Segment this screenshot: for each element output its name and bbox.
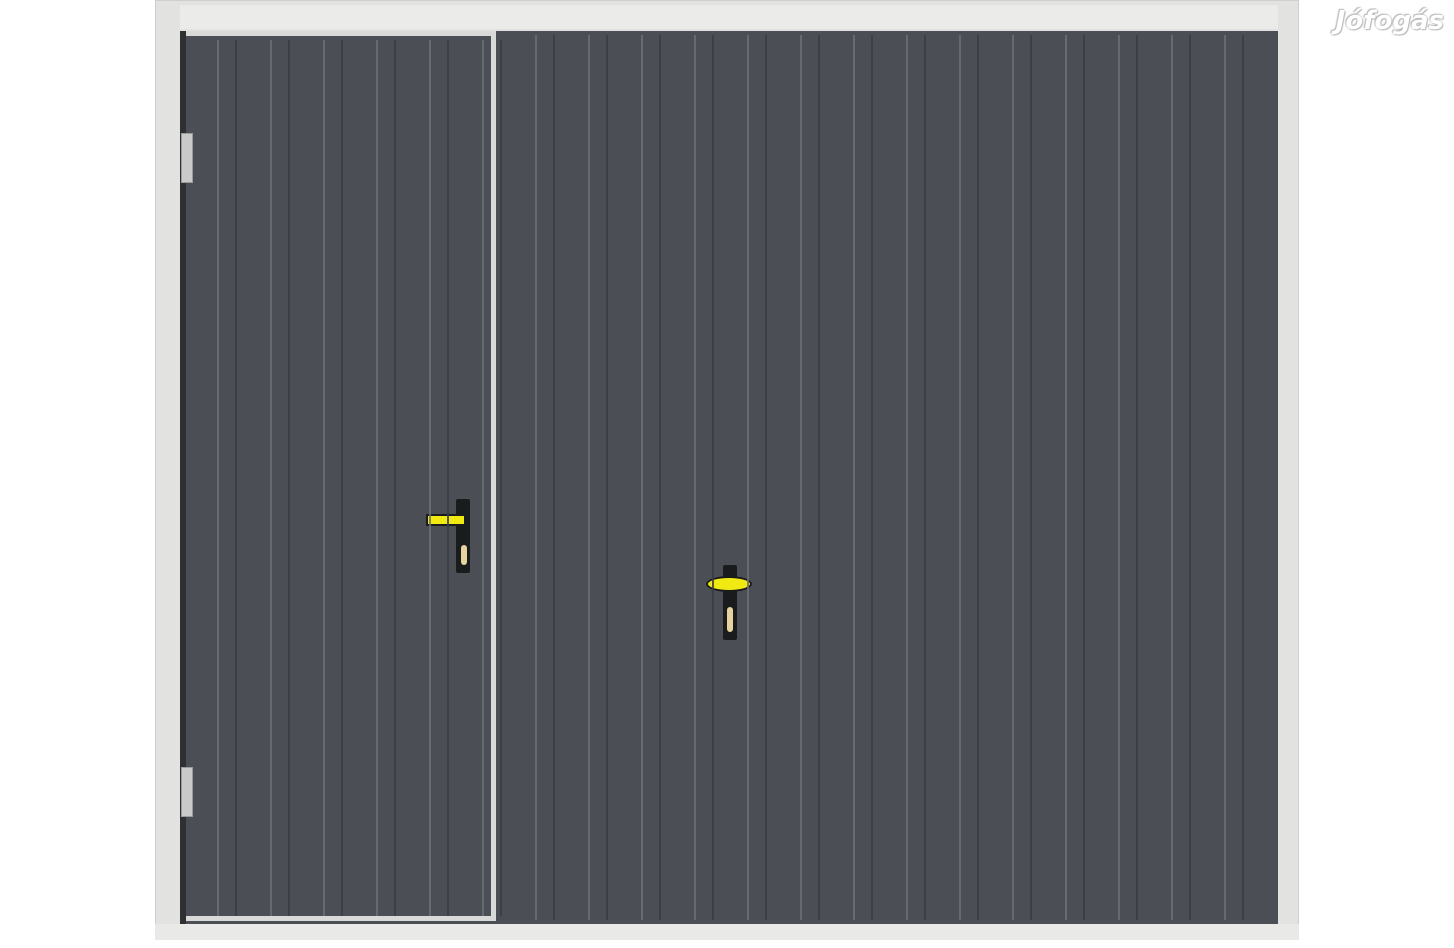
- panel-groove: [500, 40, 502, 916]
- panel-groove: [977, 35, 979, 920]
- jofogas-watermark: Jófogás: [1335, 6, 1444, 36]
- panel-groove: [747, 35, 749, 920]
- panel-groove: [659, 35, 661, 920]
- panel-groove: [818, 35, 820, 920]
- panel-groove: [765, 35, 767, 920]
- door-threshold: [155, 924, 1299, 940]
- panel-groove: [341, 40, 343, 916]
- panel-groove: [712, 35, 714, 920]
- panel-groove: [482, 40, 484, 916]
- panel-groove: [800, 35, 802, 920]
- panel-groove: [1030, 35, 1032, 920]
- frame-top-rail: [180, 5, 1278, 29]
- panel-groove: [394, 40, 396, 916]
- panel-groove: [1065, 35, 1067, 920]
- panel-groove: [694, 35, 696, 920]
- panel-groove: [1136, 35, 1138, 920]
- bottom-hinge: [181, 767, 193, 817]
- panel-groove: [535, 35, 537, 920]
- panel-groove: [1242, 35, 1244, 920]
- panel-groove: [906, 35, 908, 920]
- panel-groove: [588, 35, 590, 920]
- panel-groove: [270, 40, 272, 916]
- panel-groove: [1083, 35, 1085, 920]
- top-hinge: [181, 133, 193, 183]
- main-keyhole: [727, 607, 733, 632]
- panel-groove: [429, 40, 431, 916]
- panel-groove: [871, 35, 873, 920]
- wicket-handle-lever: [426, 514, 466, 526]
- panel-groove: [853, 35, 855, 920]
- panel-groove: [447, 40, 449, 916]
- panel-groove: [376, 40, 378, 916]
- panel-groove: [641, 35, 643, 920]
- panel-groove: [288, 40, 290, 916]
- panel-groove: [1189, 35, 1191, 920]
- panel-groove: [553, 35, 555, 920]
- panel-groove: [1171, 35, 1173, 920]
- panel-groove: [235, 40, 237, 916]
- wicket-keyhole: [461, 545, 467, 565]
- panel-groove: [217, 40, 219, 916]
- panel-groove: [323, 40, 325, 916]
- panel-groove: [1012, 35, 1014, 920]
- panel-groove: [1118, 35, 1120, 920]
- panel-groove: [959, 35, 961, 920]
- garage-door-image: Jófogás: [0, 0, 1454, 948]
- panel-groove: [606, 35, 608, 920]
- panel-groove: [1224, 35, 1226, 920]
- panel-groove: [924, 35, 926, 920]
